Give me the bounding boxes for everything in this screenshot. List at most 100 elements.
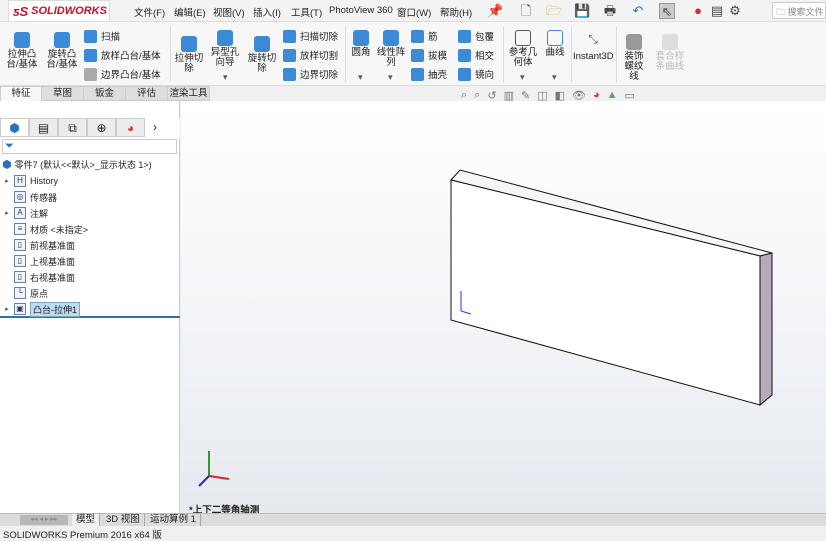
tree-item-label: 凸台-拉伸1 — [30, 301, 81, 317]
menu-tools[interactable]: 工具(T) — [291, 5, 322, 19]
property-manager-tab-icon[interactable]: ▤ — [29, 118, 58, 137]
label: 装饰螺纹线 — [624, 51, 644, 82]
loft-cut-button[interactable]: 放样切割 — [283, 48, 338, 62]
boundary-cut-icon — [283, 67, 296, 81]
divider — [503, 26, 504, 82]
tree-item[interactable]: ◎ 传感器 — [0, 189, 180, 205]
expand-arrow-icon[interactable]: ▸ — [0, 209, 14, 217]
tree-item[interactable]: ▸ ▣ 凸台-拉伸1 — [0, 301, 180, 317]
label: 套合样条曲线 — [655, 51, 685, 72]
extrude-boss-icon — [14, 32, 30, 48]
tab-evaluate[interactable]: 评估 — [126, 86, 168, 101]
rib-button[interactable]: 筋 — [411, 29, 438, 43]
curves-button[interactable]: 曲线 — [542, 30, 568, 58]
tree-item[interactable]: ▯ 前视基准面 — [0, 237, 180, 253]
label: 扫描切除 — [300, 32, 339, 43]
rebuild-icon[interactable]: ● — [690, 3, 706, 19]
loft-boss-button[interactable]: 放样凸台/基体 — [84, 48, 161, 62]
tree-item[interactable]: ▸ H History — [0, 173, 180, 189]
tree-item-label: 注解 — [30, 208, 49, 219]
menu-view[interactable]: 视图(V) — [213, 5, 245, 19]
tab-sketch[interactable]: 草图 — [42, 86, 84, 101]
tree-item[interactable]: ▸ A 注解 — [0, 205, 180, 221]
ref-dropdown[interactable]: ▾ — [520, 72, 525, 83]
tree-item-icon: ▣ — [14, 303, 26, 315]
boundary-boss-button[interactable]: 边界凸台/基体 — [84, 67, 161, 81]
fillet-dropdown[interactable]: ▾ — [358, 72, 363, 83]
tab-features[interactable]: 特征 — [0, 86, 42, 101]
hole-dropdown[interactable]: ▾ — [223, 72, 228, 83]
print-icon[interactable]: 🖶 — [602, 3, 618, 19]
wrap-button[interactable]: 包覆 — [458, 29, 494, 43]
mirror-button[interactable]: 镜向 — [458, 67, 494, 81]
instant3d-button[interactable]: ⤡ Instant3D — [573, 32, 614, 62]
pattern-dropdown[interactable]: ▾ — [388, 72, 393, 83]
revolve-boss-button[interactable]: 旋转凸台/基体 — [44, 32, 80, 70]
sweep-button[interactable]: 扫描 — [84, 29, 120, 43]
tab-render-tools[interactable]: 渲染工具 — [168, 86, 210, 101]
expand-arrow-icon[interactable]: ▸ — [0, 305, 14, 313]
status-text: SOLIDWORKS Premium 2016 x64 版 — [3, 530, 162, 541]
save-icon[interactable]: 💾 — [574, 3, 590, 19]
instant3d-icon: ⤡ — [588, 32, 598, 46]
composite-curve-icon — [662, 34, 678, 50]
hole-wizard-button[interactable]: 异型孔向导 — [208, 30, 242, 68]
solidworks-logo[interactable]: ƽS SOLIDWORKS — [8, 0, 110, 22]
tree-item[interactable]: ≡ 材质 <未指定> — [0, 221, 180, 237]
feature-manager-panel: ⬢ ▤ ⧉ ⊕ ◕ › ⏷ ⬢ 零件7 (默认<<默认>_显示状态 1>) ▸ H H… — [0, 101, 180, 513]
menu-insert[interactable]: 插入(I) — [253, 5, 281, 19]
boundary-cut-button[interactable]: 边界切除 — [283, 67, 338, 81]
sweep-cut-button[interactable]: 扫描切除 — [283, 29, 338, 43]
label: 放样切割 — [300, 51, 339, 62]
file-properties-icon[interactable]: ▤ — [709, 3, 725, 19]
filter-input[interactable]: ⏷ — [2, 139, 177, 154]
draft-icon — [411, 48, 424, 62]
revolve-cut-button[interactable]: 旋转切除 — [246, 36, 278, 74]
logo-text: SOLIDWORKS — [31, 5, 107, 17]
tree-item[interactable]: ▯ 右视基准面 — [0, 269, 180, 285]
tab-sheet-metal[interactable]: 钣金 — [84, 86, 126, 101]
menu-photoview[interactable]: PhotoView 360 — [329, 5, 393, 16]
intersect-icon — [458, 48, 471, 62]
options-gear-icon[interactable]: ⚙ — [727, 3, 743, 19]
menu-window[interactable]: 窗口(W) — [397, 5, 431, 19]
tree-item-icon: ◎ — [14, 191, 26, 203]
graphics-viewport[interactable]: ⌕ ⌕ ↺ ▥ ✎ ◫ ◧ 👁 ◕ ▲ ▭ *上下二等角轴测 — [181, 89, 826, 516]
extrude-boss-button[interactable]: 拉伸凸台/基体 — [4, 32, 40, 70]
open-file-icon[interactable]: 🗁 — [546, 3, 562, 19]
expand-arrow-icon[interactable]: ▸ — [0, 177, 14, 185]
display-manager-tab-icon[interactable]: ◕ — [116, 118, 145, 137]
tree-root[interactable]: ⬢ 零件7 (默认<<默认>_显示状态 1>) — [0, 156, 180, 172]
draft-button[interactable]: 拔模 — [411, 48, 447, 62]
menu-edit[interactable]: 编辑(E) — [174, 5, 206, 19]
menu-help[interactable]: 帮助(H) — [440, 5, 472, 19]
search-input[interactable]: 🗀 搜索文件 — [772, 2, 826, 19]
label: 拉伸切除 — [174, 53, 204, 74]
menu-file[interactable]: 文件(F) — [134, 5, 165, 19]
cosmetic-thread-icon — [626, 34, 642, 50]
status-bar: SOLIDWORKS Premium 2016 x64 版 — [0, 526, 826, 541]
dimxpert-tab-icon[interactable]: ⊕ — [87, 118, 116, 137]
undo-icon[interactable]: ↶ — [630, 3, 646, 19]
panel-scroll-right-icon[interactable]: › — [145, 118, 165, 138]
select-icon[interactable]: ⇖ — [659, 3, 675, 19]
configuration-manager-tab-icon[interactable]: ⧉ — [58, 118, 87, 137]
new-file-icon[interactable]: 🗋 — [518, 3, 534, 19]
extrude-cut-button[interactable]: 拉伸切除 — [174, 36, 204, 74]
shell-button[interactable]: 抽壳 — [411, 67, 447, 81]
tree-item[interactable]: └ 原点 — [0, 285, 180, 301]
pin-icon[interactable]: 📌 — [487, 3, 503, 19]
linear-pattern-button[interactable]: 线性阵列 — [376, 30, 406, 68]
intersect-button[interactable]: 相交 — [458, 48, 494, 62]
tree-item[interactable]: ▯ 上视基准面 — [0, 253, 180, 269]
extrude-cut-icon — [181, 36, 197, 52]
cosmetic-thread-button[interactable]: 装饰螺纹线 — [620, 34, 648, 82]
fillet-button[interactable]: 圆角 — [348, 30, 374, 58]
tree-item-label: 前视基准面 — [30, 240, 76, 251]
tab-scroll-arrows[interactable]: ◂◂ ◂ ▸ ▸▸ — [20, 515, 68, 525]
curves-dropdown[interactable]: ▾ — [552, 72, 557, 83]
feature-manager-tab-icon[interactable]: ⬢ — [0, 118, 29, 137]
label: 抽壳 — [428, 70, 448, 81]
box-side-face — [759, 252, 773, 407]
reference-geometry-button[interactable]: 参考几何体 — [508, 30, 538, 68]
